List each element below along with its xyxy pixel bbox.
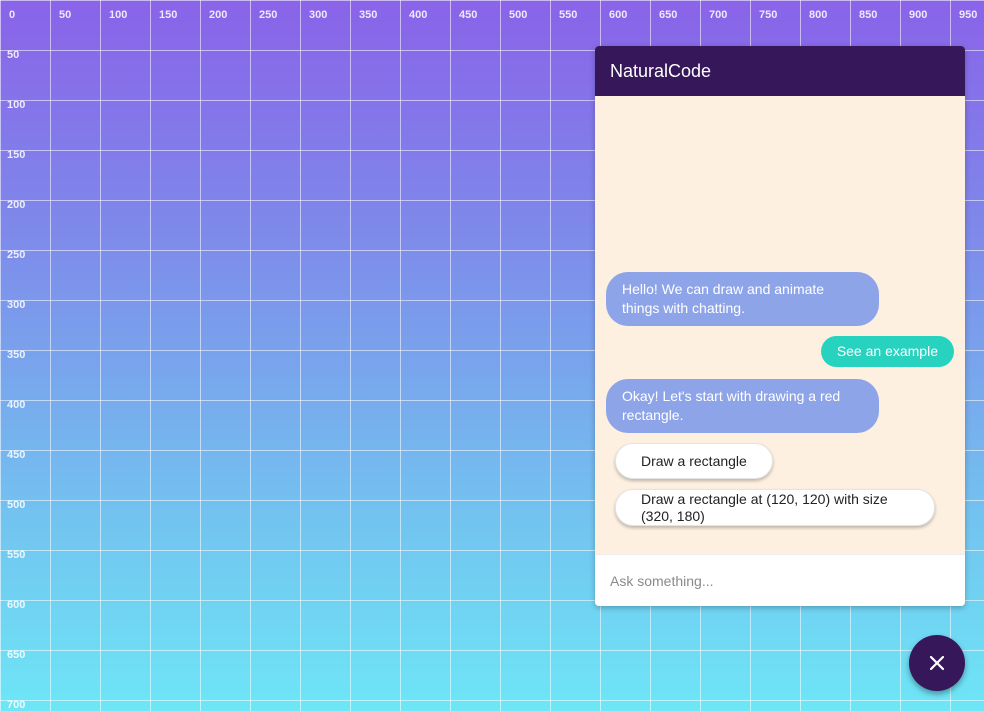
chat-title: NaturalCode <box>610 60 712 81</box>
y-tick-label: 550 <box>7 549 25 561</box>
x-tick-label: 800 <box>809 9 827 21</box>
x-tick-label: 150 <box>159 9 177 21</box>
x-tick-label: 450 <box>459 9 477 21</box>
bot-message: Hello! We can draw and animate things wi… <box>606 272 879 326</box>
y-tick-label: 700 <box>7 699 25 711</box>
y-tick-label: 300 <box>7 299 25 311</box>
x-tick-label: 600 <box>609 9 627 21</box>
y-tick-label: 400 <box>7 399 25 411</box>
y-tick-label: 250 <box>7 249 25 261</box>
x-tick-label: 50 <box>59 9 71 21</box>
y-tick-label: 100 <box>7 99 25 111</box>
x-tick-label: 750 <box>759 9 777 21</box>
x-tick-label: 650 <box>659 9 677 21</box>
y-tick-label: 350 <box>7 349 25 361</box>
ask-input[interactable] <box>595 555 965 606</box>
message-list: Hello! We can draw and animate things wi… <box>595 96 965 555</box>
y-tick-label: 200 <box>7 199 25 211</box>
x-tick-label: 900 <box>909 9 927 21</box>
x-tick-label: 950 <box>959 9 977 21</box>
x-tick-label: 200 <box>209 9 227 21</box>
chat-header: NaturalCode <box>595 46 965 96</box>
y-tick-label: 150 <box>7 149 25 161</box>
x-tick-label: 0 <box>9 9 15 21</box>
user-message: See an example <box>820 336 954 367</box>
x-tick-label: 700 <box>709 9 727 21</box>
option-draw-rectangle-button[interactable]: Draw a rectangle <box>615 443 773 479</box>
x-tick-label: 350 <box>359 9 377 21</box>
y-tick-label: 600 <box>7 599 25 611</box>
y-tick-label: 50 <box>7 49 19 61</box>
x-tick-label: 100 <box>109 9 127 21</box>
x-tick-label: 850 <box>859 9 877 21</box>
x-tick-label: 300 <box>309 9 327 21</box>
option-draw-rectangle-at-button[interactable]: Draw a rectangle at (120, 120) with size… <box>615 489 935 526</box>
x-tick-label: 250 <box>259 9 277 21</box>
y-tick-label: 500 <box>7 499 25 511</box>
bot-message: Okay! Let's start with drawing a red rec… <box>606 379 879 433</box>
chat-panel: NaturalCode Hello! We can draw and anima… <box>595 46 965 606</box>
x-tick-label: 400 <box>409 9 427 21</box>
y-tick-label: 650 <box>7 649 25 661</box>
y-tick-label: 450 <box>7 449 25 461</box>
x-tick-label: 550 <box>559 9 577 21</box>
close-chat-button[interactable] <box>909 635 965 691</box>
close-icon <box>929 655 945 671</box>
chat-input-bar <box>595 554 965 606</box>
x-tick-label: 500 <box>509 9 527 21</box>
